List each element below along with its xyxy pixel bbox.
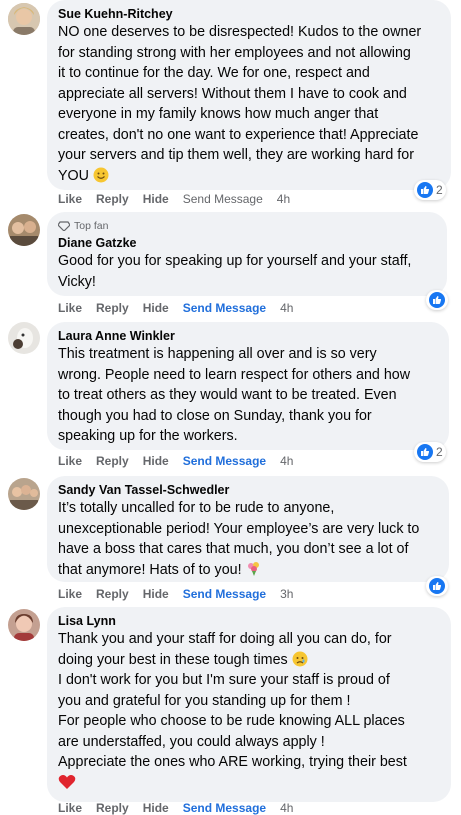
- comment-text: Thank you and your staff for doing all y…: [58, 629, 439, 793]
- comment-actions: Like Reply Hide Send Message 4h: [58, 454, 293, 468]
- avatar[interactable]: [8, 3, 40, 35]
- comment-author[interactable]: Sandy Van Tassel-Schwedler: [58, 482, 437, 498]
- avatar[interactable]: [8, 478, 40, 510]
- timestamp[interactable]: 4h: [280, 801, 293, 815]
- comment-actions: Like Reply Hide Send Message 3h: [58, 587, 293, 601]
- like-button[interactable]: Like: [58, 192, 82, 206]
- comment-bubble: Sandy Van Tassel-Schwedler It’s totally …: [47, 476, 449, 582]
- comment-bubble: Sue Kuehn-Ritchey NO one deserves to be …: [47, 0, 451, 190]
- avatar[interactable]: [8, 609, 40, 641]
- like-button[interactable]: Like: [58, 587, 82, 601]
- send-message-button[interactable]: Send Message: [183, 301, 266, 315]
- like-reaction-icon: [429, 578, 445, 594]
- comment-text: Good for you for speaking up for yoursel…: [58, 253, 412, 290]
- comment-author[interactable]: Lisa Lynn: [58, 613, 439, 629]
- like-button[interactable]: Like: [58, 801, 82, 815]
- avatar-photo: [8, 478, 40, 510]
- reaction-summary[interactable]: [426, 576, 448, 596]
- reply-button[interactable]: Reply: [96, 301, 129, 315]
- diamond-icon: [58, 221, 70, 231]
- reaction-count: 2: [436, 183, 443, 197]
- send-message-button[interactable]: Send Message: [183, 587, 266, 601]
- comment-actions: Like Reply Hide Send Message 4h: [58, 801, 293, 815]
- reaction-summary[interactable]: 2: [414, 180, 446, 200]
- reply-button[interactable]: Reply: [96, 587, 129, 601]
- comment-author[interactable]: Sue Kuehn-Ritchey: [58, 6, 439, 22]
- avatar-photo: [8, 3, 40, 35]
- avatar-photo: [8, 214, 40, 246]
- timestamp[interactable]: 4h: [280, 454, 293, 468]
- hide-button[interactable]: Hide: [143, 192, 169, 206]
- hide-button[interactable]: Hide: [143, 587, 169, 601]
- smile-emoji-icon: [93, 167, 109, 182]
- comment-author[interactable]: Laura Anne Winkler: [58, 328, 437, 344]
- comment-text: It’s totally uncalled for to be rude to …: [58, 500, 420, 578]
- comment-bubble: Top fan Diane Gatzke Good for you for sp…: [47, 212, 447, 296]
- comment-bubble: Laura Anne Winkler This treatment is hap…: [47, 322, 449, 450]
- bouquet-emoji-icon: [247, 561, 259, 576]
- comment-actions: Like Reply Hide Send Message 4h: [58, 192, 290, 206]
- avatar-photo: [8, 322, 40, 354]
- comment-bubble: Lisa Lynn Thank you and your staff for d…: [47, 607, 451, 802]
- comment-actions: Like Reply Hide Send Message 4h: [58, 301, 293, 315]
- reply-button[interactable]: Reply: [96, 454, 129, 468]
- like-reaction-icon: [417, 182, 433, 198]
- timestamp[interactable]: 4h: [277, 192, 290, 206]
- like-reaction-icon: [417, 444, 433, 460]
- hide-button[interactable]: Hide: [143, 301, 169, 315]
- timestamp[interactable]: 4h: [280, 301, 293, 315]
- reaction-summary[interactable]: 2: [414, 442, 446, 462]
- reaction-summary[interactable]: [426, 290, 448, 310]
- avatar[interactable]: [8, 322, 40, 354]
- comment-text: This treatment is happening all over and…: [58, 346, 411, 444]
- like-button[interactable]: Like: [58, 454, 82, 468]
- reply-button[interactable]: Reply: [96, 801, 129, 815]
- comment-text: NO one deserves to be disrespected! Kudo…: [58, 24, 422, 184]
- timestamp[interactable]: 3h: [280, 587, 293, 601]
- hide-button[interactable]: Hide: [143, 801, 169, 815]
- avatar[interactable]: [8, 214, 40, 246]
- send-message-button[interactable]: Send Message: [183, 801, 266, 815]
- send-message-button[interactable]: Send Message: [183, 454, 266, 468]
- top-fan-badge: Top fan: [58, 219, 435, 233]
- reply-button[interactable]: Reply: [96, 192, 129, 206]
- hide-button[interactable]: Hide: [143, 454, 169, 468]
- heart-emoji-icon: [58, 774, 76, 789]
- like-reaction-icon: [429, 292, 445, 308]
- sad-emoji-icon: [292, 651, 308, 666]
- avatar-photo: [8, 609, 40, 641]
- reaction-count: 2: [436, 445, 443, 459]
- send-message-button[interactable]: Send Message: [183, 192, 263, 206]
- comment-author[interactable]: Diane Gatzke: [58, 235, 435, 251]
- like-button[interactable]: Like: [58, 301, 82, 315]
